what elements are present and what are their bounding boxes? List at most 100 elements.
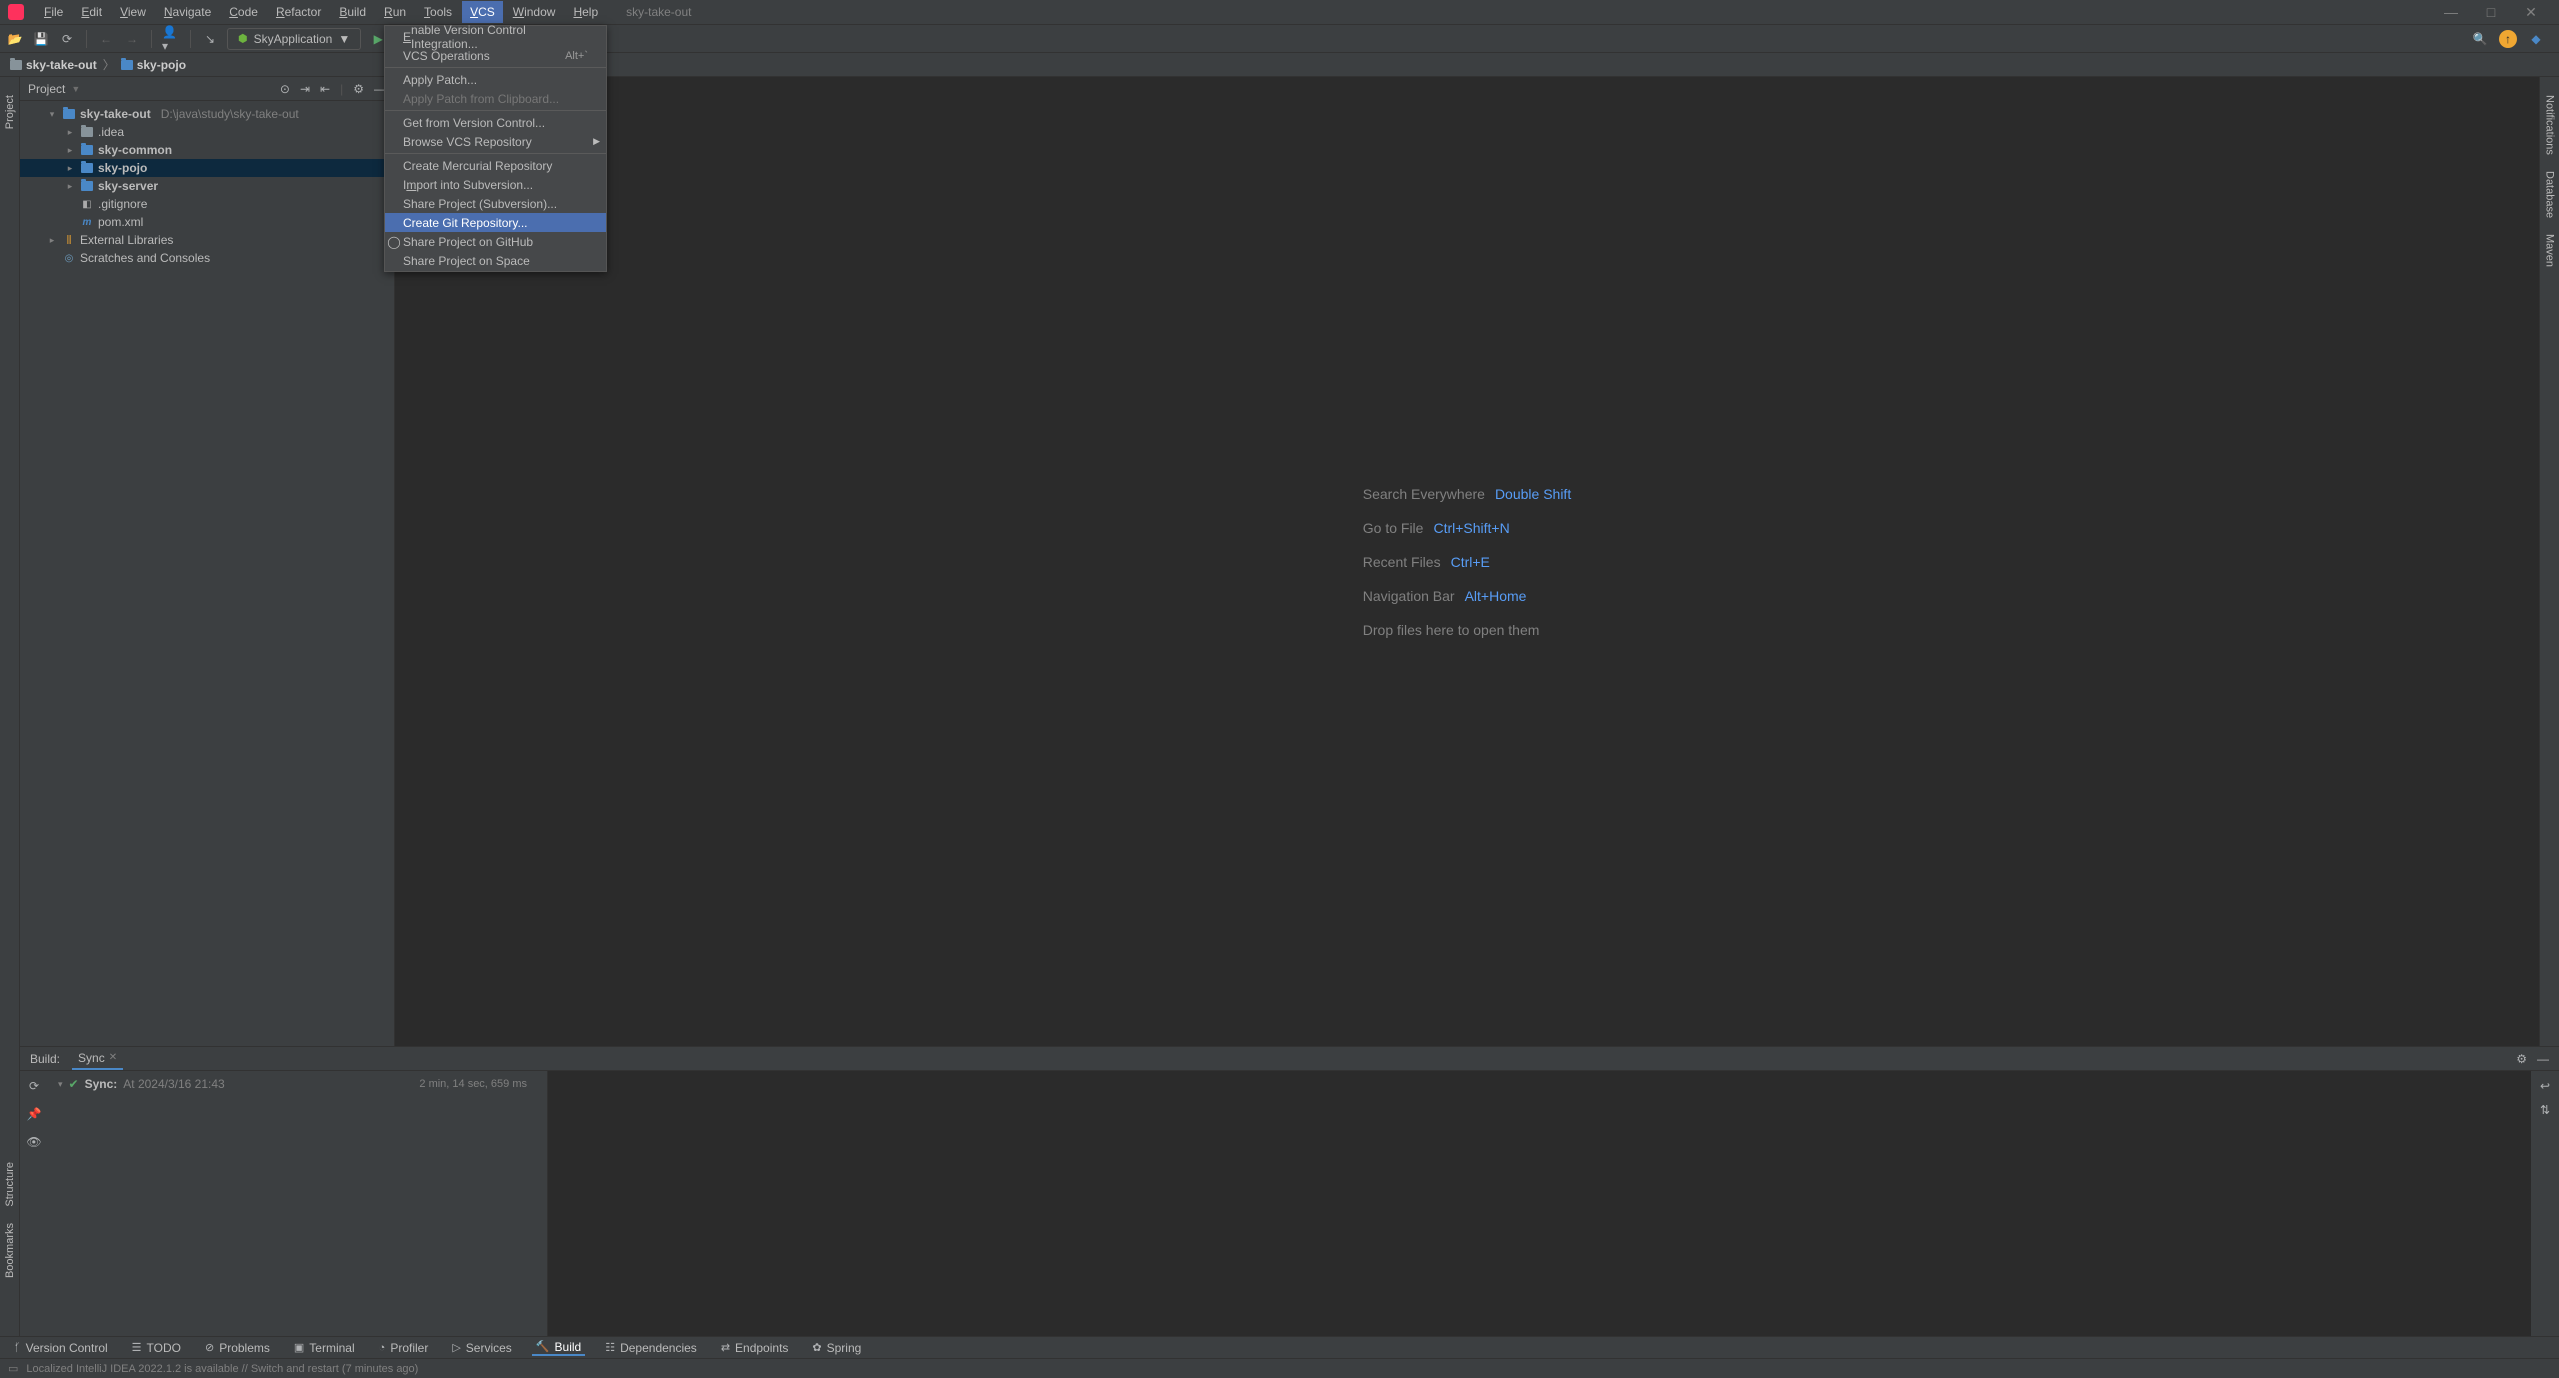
expand-icon[interactable]: ▸ — [64, 127, 76, 138]
select-opened-icon[interactable]: ⊙ — [280, 82, 290, 96]
tree-row[interactable]: ◎Scratches and Consoles — [20, 249, 394, 267]
tree-row[interactable]: ▸sky-server — [20, 177, 394, 195]
menu-help[interactable]: Help — [565, 1, 606, 23]
expand-icon[interactable]: ▸ — [46, 235, 58, 246]
bottom-tool-build[interactable]: 🔨Build — [532, 1340, 585, 1356]
vcs-menu-item[interactable]: Get from Version Control... — [385, 113, 606, 132]
bookmarks-tool-button[interactable]: Bookmarks — [4, 1223, 16, 1278]
vcs-menu-item[interactable]: Share Project on Space — [385, 251, 606, 270]
status-icon[interactable]: ▭ — [8, 1362, 18, 1375]
updates-icon[interactable]: ↑ — [2499, 30, 2517, 48]
tree-row[interactable]: ◧.gitignore — [20, 195, 394, 213]
vcs-menu-item[interactable]: Share Project (Subversion)... — [385, 194, 606, 213]
separator — [151, 30, 152, 48]
account-icon[interactable]: 👤▾ — [162, 30, 180, 48]
gear-icon[interactable]: ⚙ — [353, 82, 364, 96]
vcs-menu-item[interactable]: Import into Subversion... — [385, 175, 606, 194]
breadcrumb-item[interactable]: sky-pojo — [121, 58, 186, 72]
maximize-button[interactable]: □ — [2481, 4, 2501, 21]
vcs-menu-item[interactable]: VCS OperationsAlt+` — [385, 46, 606, 65]
vcs-menu-item[interactable]: Create Mercurial Repository — [385, 156, 606, 175]
expand-icon[interactable]: ▸ — [64, 163, 76, 174]
menu-run[interactable]: Run — [376, 1, 414, 23]
menu-file[interactable]: File — [36, 1, 71, 23]
project-tree[interactable]: ▾sky-take-outD:\java\study\sky-take-out▸… — [20, 101, 394, 271]
hide-icon[interactable]: — — [2537, 1052, 2549, 1066]
menu-vcs[interactable]: VCS — [462, 1, 503, 23]
menu-navigate[interactable]: Navigate — [156, 1, 219, 23]
menu-build[interactable]: Build — [331, 1, 374, 23]
bottom-tool-endpoints[interactable]: ⇄Endpoints — [717, 1341, 793, 1355]
soft-wrap-icon[interactable]: ↩ — [2540, 1079, 2550, 1093]
collapse-icon[interactable]: ⇤ — [320, 82, 330, 96]
vcs-menu-item[interactable]: Browse VCS Repository▶ — [385, 132, 606, 151]
build-icon[interactable]: ↘ — [201, 30, 219, 48]
menu-separator — [385, 67, 606, 68]
bottom-tool-dependencies[interactable]: ☷Dependencies — [601, 1341, 701, 1355]
placeholder-label: Search Everywhere — [1363, 486, 1485, 502]
tool-label: Terminal — [309, 1341, 354, 1355]
database-tool-button[interactable]: Database — [2544, 171, 2556, 218]
save-icon[interactable]: 💾 — [32, 30, 50, 48]
close-button[interactable]: ✕ — [2521, 4, 2541, 21]
node-icon — [62, 107, 76, 121]
back-icon[interactable]: ← — [97, 30, 115, 48]
menu-edit[interactable]: Edit — [73, 1, 110, 23]
bottom-tool-terminal[interactable]: ▣Terminal — [290, 1341, 359, 1355]
scroll-icon[interactable]: ⇅ — [2540, 1103, 2550, 1117]
pin-icon[interactable]: 📌 — [27, 1107, 42, 1121]
gear-icon[interactable]: ⚙ — [2516, 1052, 2527, 1066]
ide-icon[interactable]: ◆ — [2527, 30, 2545, 48]
vcs-menu-item[interactable]: Enable Version Control Integration... — [385, 27, 606, 46]
tree-row[interactable]: ▸.idea — [20, 123, 394, 141]
maven-tool-button[interactable]: Maven — [2544, 234, 2556, 267]
menu-window[interactable]: Window — [505, 1, 564, 23]
menu-tools[interactable]: Tools — [416, 1, 460, 23]
placeholder-label: Recent Files — [1363, 554, 1441, 570]
menu-refactor[interactable]: Refactor — [268, 1, 329, 23]
close-icon[interactable]: ✕ — [109, 1052, 117, 1063]
refresh-icon[interactable]: ⟳ — [58, 30, 76, 48]
bottom-tool-version-control[interactable]: ᚶVersion Control — [10, 1341, 112, 1355]
run-configuration[interactable]: ⬢ SkyApplication ▼ — [227, 28, 361, 50]
editor-placeholder[interactable]: Search EverywhereDouble ShiftGo to FileC… — [395, 77, 2539, 1046]
structure-tool-button[interactable]: Structure — [4, 1162, 16, 1207]
notifications-tool-button[interactable]: Notifications — [2544, 95, 2556, 155]
spring-icon: ✿ — [812, 1341, 821, 1354]
minimize-button[interactable]: — — [2441, 4, 2461, 21]
expand-icon[interactable]: ▾ — [58, 1079, 63, 1090]
expand-icon[interactable]: ▸ — [64, 181, 76, 192]
bottom-tool-spring[interactable]: ✿Spring — [808, 1341, 865, 1355]
chevron-down-icon[interactable]: ▼ — [71, 84, 80, 94]
tree-row[interactable]: ▸sky-common — [20, 141, 394, 159]
vcs-menu-dropdown[interactable]: Enable Version Control Integration...VCS… — [384, 25, 607, 272]
placeholder-label: Navigation Bar — [1363, 588, 1455, 604]
reload-icon[interactable]: ⟳ — [29, 1079, 39, 1093]
breadcrumb-item[interactable]: sky-take-out — [10, 58, 97, 72]
build-tree: ▾ ✔ Sync: At 2024/3/16 21:43 2 min, 14 s… — [48, 1071, 548, 1336]
tree-label: sky-pojo — [98, 161, 147, 175]
menu-code[interactable]: Code — [221, 1, 266, 23]
open-icon[interactable]: 📂 — [6, 30, 24, 48]
tree-row[interactable]: ▸ sky-pojo — [20, 159, 394, 177]
expand-icon[interactable]: ⇥ — [300, 82, 310, 96]
bottom-tool-todo[interactable]: ☰TODO — [128, 1341, 185, 1355]
eye-icon[interactable]: 👁 — [26, 1135, 41, 1149]
vcs-menu-item[interactable]: Apply Patch... — [385, 70, 606, 89]
project-tool-button[interactable]: Project — [4, 95, 16, 129]
tree-row[interactable]: ▸⫼External Libraries — [20, 231, 394, 249]
expand-icon[interactable]: ▸ — [64, 145, 76, 156]
sync-tab[interactable]: Sync ✕ — [72, 1048, 123, 1070]
tree-row[interactable]: ▾sky-take-outD:\java\study\sky-take-out — [20, 105, 394, 123]
placeholder-row: Search EverywhereDouble Shift — [1363, 486, 1571, 502]
menu-view[interactable]: View — [112, 1, 154, 23]
bottom-tool-profiler[interactable]: ◔Profiler — [375, 1341, 433, 1355]
search-icon[interactable]: 🔍 — [2471, 30, 2489, 48]
bottom-tool-problems[interactable]: ⊘Problems — [201, 1341, 274, 1355]
vcs-menu-item[interactable]: ◯Share Project on GitHub — [385, 232, 606, 251]
bottom-tool-services[interactable]: ▷Services — [448, 1341, 515, 1355]
forward-icon[interactable]: → — [123, 30, 141, 48]
tree-row[interactable]: mpom.xml — [20, 213, 394, 231]
expand-icon[interactable]: ▾ — [46, 109, 58, 120]
vcs-menu-item[interactable]: Create Git Repository... — [385, 213, 606, 232]
